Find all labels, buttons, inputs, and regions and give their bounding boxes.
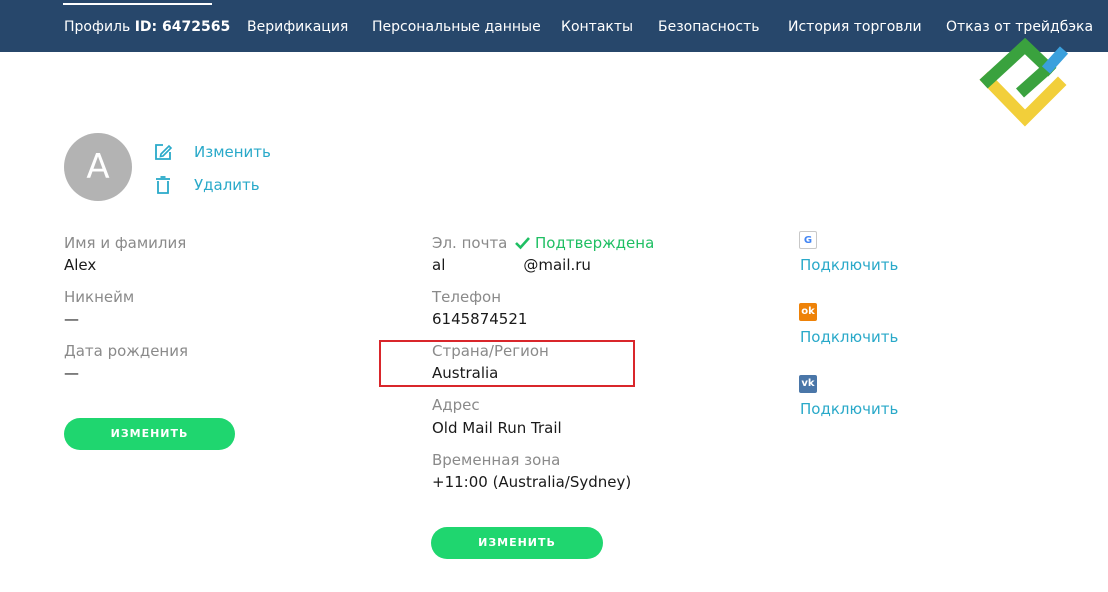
- edit-icon: [152, 141, 174, 163]
- edit-avatar-button[interactable]: Изменить: [152, 141, 271, 163]
- email-verified-badge: Подтверждена: [514, 234, 654, 252]
- timezone-value: +11:00 (Australia/Sydney): [432, 473, 632, 491]
- address-label: Адрес: [432, 396, 480, 414]
- tab-contacts[interactable]: Контакты: [561, 19, 633, 35]
- email-prefix: al: [432, 256, 446, 274]
- trash-icon: [152, 174, 174, 196]
- phone-value: 6145874521: [432, 310, 528, 328]
- edit-personal-button[interactable]: ИЗМЕНИТЬ: [64, 418, 235, 450]
- email-status: Подтверждена: [535, 234, 655, 252]
- email-label: Эл. почта: [432, 234, 508, 252]
- delete-avatar-button[interactable]: Удалить: [152, 174, 260, 196]
- connect-google-link[interactable]: Подключить: [800, 256, 898, 274]
- tab-tradeback-refusal[interactable]: Отказ от трейдбэка: [946, 19, 1093, 35]
- country-highlight-box: [379, 340, 635, 387]
- profile-id: ID: 6472565: [134, 19, 231, 35]
- connect-vk-link[interactable]: Подключить: [800, 400, 898, 418]
- tab-profile[interactable]: Профиль ID: 6472565: [64, 19, 230, 35]
- birth-date-label: Дата рождения: [64, 342, 188, 360]
- vk-icon: vk: [799, 375, 817, 393]
- check-icon: [515, 237, 530, 250]
- odnoklassniki-icon: ok: [799, 303, 817, 321]
- delete-avatar-label: Удалить: [194, 176, 260, 194]
- phone-label: Телефон: [432, 288, 502, 306]
- top-nav: Профиль ID: 6472565 Верификация Персонал…: [0, 0, 1108, 52]
- active-tab-indicator: [63, 3, 212, 5]
- nickname-label: Никнейм: [64, 288, 135, 306]
- email-value: al @mail.ru: [432, 256, 591, 274]
- brand-logo: [979, 38, 1069, 127]
- nickname-value: —: [64, 310, 79, 328]
- tab-verification[interactable]: Верификация: [247, 19, 348, 35]
- timezone-label: Временная зона: [432, 451, 561, 469]
- tab-profile-label: Профиль: [64, 19, 131, 35]
- edit-avatar-label: Изменить: [194, 143, 271, 161]
- name-value: Alex: [64, 256, 97, 274]
- tab-security[interactable]: Безопасность: [658, 19, 759, 35]
- tab-personal-data[interactable]: Персональные данные: [372, 19, 541, 35]
- google-icon: G: [799, 231, 817, 249]
- email-suffix: @mail.ru: [523, 256, 591, 274]
- tab-trade-history[interactable]: История торговли: [788, 19, 922, 35]
- connect-odnoklassniki-link[interactable]: Подключить: [800, 328, 898, 346]
- edit-contacts-button[interactable]: ИЗМЕНИТЬ: [431, 527, 603, 559]
- name-label: Имя и фамилия: [64, 234, 187, 252]
- birth-date-value: —: [64, 364, 79, 382]
- address-value: Old Mail Run Trail: [432, 419, 562, 437]
- avatar: A: [64, 133, 132, 201]
